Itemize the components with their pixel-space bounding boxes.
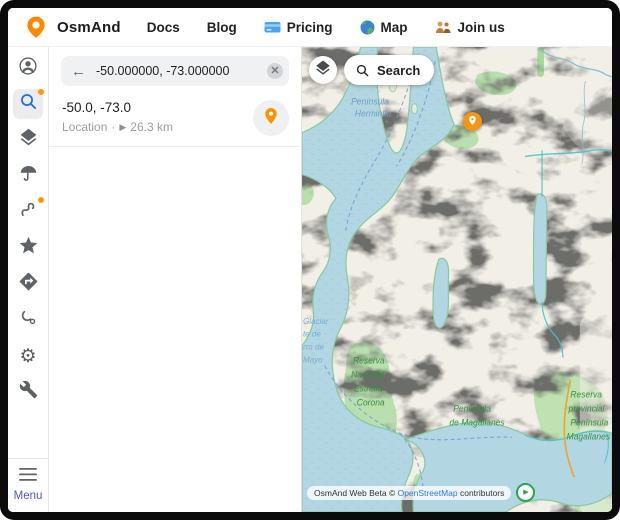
map-label-reserva-provincial: Reserva [570, 389, 602, 399]
result-subtitle: Location · ▶ 26.3 km [62, 120, 241, 134]
left-icon-sidebar: ⚙ Menu [8, 47, 49, 512]
map-label-peninsula-magallanes: Península [453, 403, 491, 413]
back-arrow-icon[interactable]: ← [71, 64, 86, 79]
svg-text:Corona: Corona [357, 397, 385, 407]
map-label-glaciar: Glaciar [303, 317, 330, 326]
nav-docs[interactable]: Docs [147, 20, 180, 35]
search-icon [18, 91, 39, 117]
route-icon [18, 199, 39, 225]
location-pin-icon [261, 106, 281, 131]
people-icon [435, 20, 452, 34]
result-pin-avatar [253, 100, 289, 136]
location-pin-icon [467, 113, 478, 131]
nav-pricing[interactable]: Pricing [264, 20, 333, 35]
nav-join-us[interactable]: Join us [435, 20, 505, 35]
map-canvas[interactable]: Península Herminita Glaciar te de rro de… [302, 47, 612, 512]
layers-icon [18, 127, 39, 153]
gear-icon: ⚙ [19, 347, 36, 366]
sidebar-item-favorites[interactable] [13, 233, 43, 263]
svg-text:Nacional: Nacional [351, 369, 385, 379]
globe-icon [360, 20, 375, 35]
wrench-icon [19, 380, 38, 404]
directions-icon [18, 271, 39, 297]
svg-text:te de: te de [303, 330, 321, 339]
sidebar-item-navigation[interactable] [13, 269, 43, 299]
svg-text:Magallanes: Magallanes [567, 431, 611, 441]
svg-text:rro de: rro de [303, 343, 324, 352]
star-icon [18, 235, 39, 261]
brand-name: OsmAnd [57, 19, 121, 36]
search-input[interactable] [94, 63, 259, 79]
layers-icon [314, 59, 332, 82]
top-navbar: OsmAnd Docs Blog Pricing Map Join us [8, 8, 612, 47]
search-panel: ← ✕ -50.0, -73.0 Location · ▶ 26.3 km [49, 47, 302, 512]
search-icon [355, 63, 370, 78]
clear-search-icon[interactable]: ✕ [267, 63, 283, 79]
sidebar-item-weather[interactable] [13, 161, 43, 191]
search-badge-dot [38, 89, 44, 95]
svg-text:Mayo: Mayo [303, 355, 323, 364]
map-label-peninsula-herminita: Península [351, 97, 389, 107]
result-distance: 26.3 km [130, 120, 173, 134]
map-label-reserva-nacional: Reserva [353, 355, 385, 365]
browser-window: OsmAnd Docs Blog Pricing Map Join us [0, 0, 620, 520]
tracks-icon [18, 307, 39, 333]
direction-arrow-icon: ▶ [119, 122, 126, 133]
sidebar-item-tracks[interactable] [13, 305, 43, 335]
menu-label[interactable]: Menu [14, 490, 43, 502]
openstreetmap-link[interactable]: OpenStreetMap [398, 488, 458, 498]
sidebar-item-search[interactable] [13, 89, 43, 119]
attribution-text: OsmAnd Web Beta © OpenStreetMap contribu… [307, 486, 511, 500]
play-button[interactable]: ▶ [516, 483, 535, 502]
sidebar-item-plan-route[interactable] [13, 197, 43, 227]
svg-text:provincial: provincial [568, 403, 606, 413]
osmand-web-app: OsmAnd Docs Blog Pricing Map Join us [8, 8, 612, 512]
sidebar-item-utilities[interactable] [13, 377, 43, 407]
nav-map[interactable]: Map [360, 20, 408, 35]
sidebar-item-settings[interactable]: ⚙ [13, 341, 43, 371]
result-title: -50.0, -73.0 [62, 100, 241, 115]
brand[interactable]: OsmAnd [24, 15, 121, 39]
map-layers-button[interactable] [309, 56, 337, 84]
nav-blog[interactable]: Blog [207, 20, 237, 35]
svg-text:de Magallanes: de Magallanes [449, 417, 505, 427]
sidebar-item-account[interactable] [13, 53, 43, 83]
plan-route-badge-dot [38, 197, 44, 203]
map-attribution: OsmAnd Web Beta © OpenStreetMap contribu… [307, 483, 535, 502]
hamburger-menu-icon[interactable] [19, 468, 37, 486]
map-viewport[interactable]: Península Herminita Glaciar te de rro de… [302, 47, 612, 512]
pricing-card-icon [264, 20, 281, 34]
map-search-button[interactable]: Search [344, 55, 434, 85]
search-result-row[interactable]: -50.0, -73.0 Location · ▶ 26.3 km [49, 90, 301, 147]
sidebar-item-configure-map[interactable] [13, 125, 43, 155]
map-marker[interactable] [463, 112, 482, 131]
svg-text:Herminita: Herminita [355, 108, 391, 118]
osmand-logo-icon [24, 15, 48, 39]
search-bar: ← ✕ [61, 56, 289, 86]
umbrella-icon [18, 163, 39, 189]
sidebar-menu-area: Menu [8, 458, 48, 512]
svg-text:Estrella: Estrella [354, 383, 382, 393]
account-icon [17, 55, 39, 82]
svg-text:Península: Península [570, 417, 608, 427]
